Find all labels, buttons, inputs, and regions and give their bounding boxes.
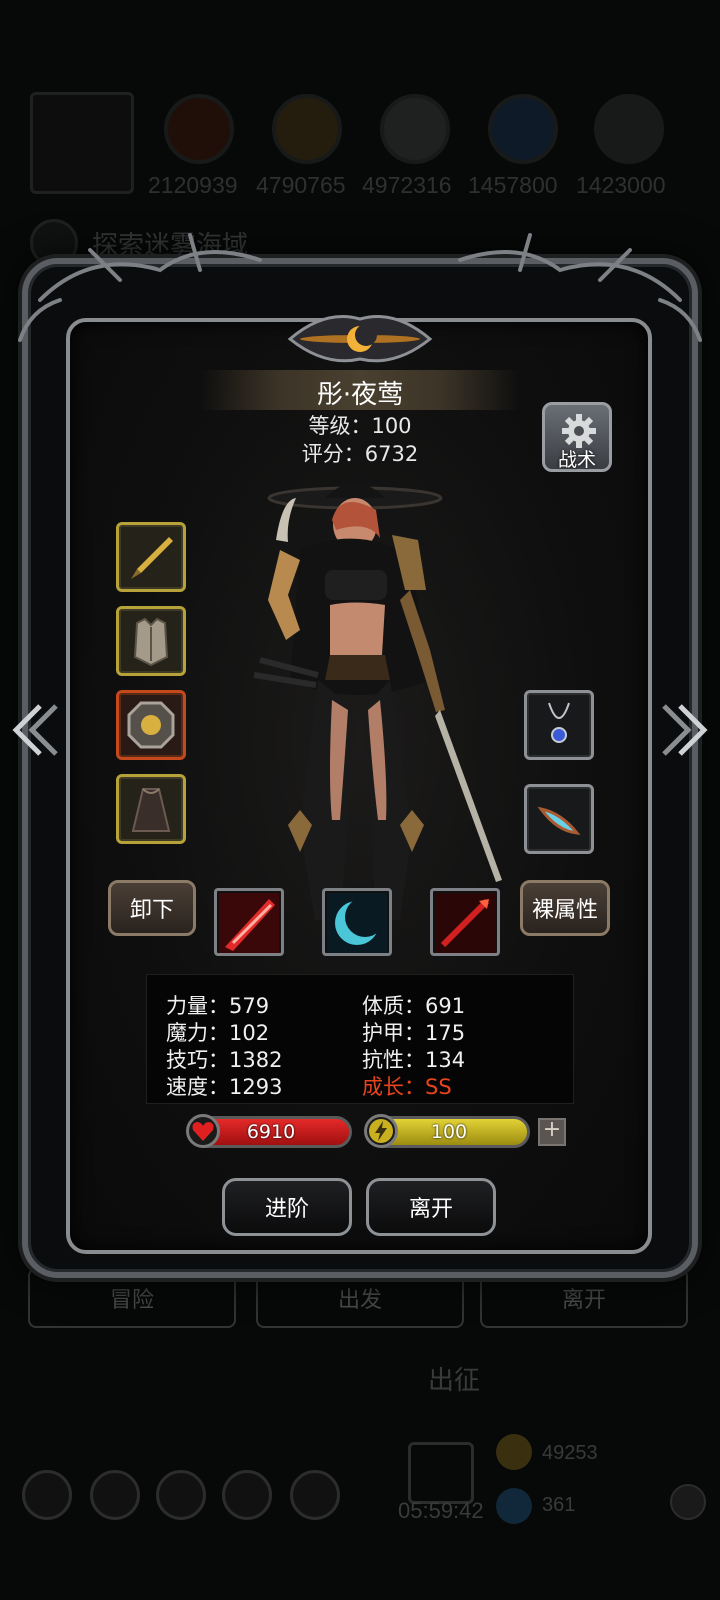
- tactic-label: 战术: [557, 449, 596, 471]
- stat-constitution: 体质：691: [362, 994, 466, 1018]
- prev-hero-arrow-icon[interactable]: [10, 700, 62, 760]
- menu-icon: [22, 1470, 72, 1520]
- stat-magic: 魔力：102: [166, 1021, 270, 1045]
- skill-slot-1[interactable]: [214, 888, 284, 956]
- lightning-icon: [364, 1114, 398, 1148]
- stat-armor: 护甲：175: [362, 1021, 466, 1045]
- blade-charm-icon: [537, 806, 581, 835]
- iron-icon: [380, 94, 450, 164]
- red-spear-skill-icon: [435, 893, 495, 953]
- resource-value: 2120939: [148, 172, 238, 198]
- octagon-shield-icon: [127, 701, 175, 749]
- tactic-button[interactable]: 战术: [542, 402, 612, 472]
- cloak-icon: [131, 788, 171, 832]
- next-hero-arrow-icon[interactable]: [658, 700, 710, 760]
- heart-icon: [186, 1114, 220, 1148]
- leave-button[interactable]: 离开: [366, 1178, 496, 1236]
- stat-resistance: 抗性：134: [362, 1048, 466, 1072]
- resource-row: 2120939 4790765 4972316 1457800 1423000: [28, 90, 692, 200]
- crescent-emblem-icon: [287, 315, 433, 363]
- wood-icon: [272, 94, 342, 164]
- hero-name: 彤·夜莺: [316, 380, 404, 410]
- stone-icon: [594, 94, 664, 164]
- crystal-icon: [488, 94, 558, 164]
- gold-coin-icon: [496, 1434, 532, 1470]
- chestplate-icon: [133, 617, 169, 667]
- armor-slot[interactable]: [116, 606, 186, 676]
- hero-level: 等级：100: [308, 414, 412, 438]
- shield-slot[interactable]: [116, 690, 186, 760]
- ore-icon: [164, 94, 234, 164]
- hero-score: 评分：6732: [301, 442, 419, 466]
- accessory-slot[interactable]: [524, 784, 594, 854]
- cloak-slot[interactable]: [116, 774, 186, 844]
- advance-button[interactable]: 进阶: [222, 1178, 352, 1236]
- resource-value: 4972316: [362, 172, 452, 198]
- stat-speed: 速度：1293: [166, 1075, 283, 1099]
- base-attributes-button[interactable]: 裸属性: [520, 880, 610, 936]
- leader-portrait: [30, 92, 134, 194]
- stat-growth: 成长：SS: [362, 1075, 452, 1099]
- add-energy-button[interactable]: +: [538, 1118, 566, 1146]
- menu-icon: [222, 1470, 272, 1520]
- resource-value: 4790765: [256, 172, 346, 198]
- resource-value: 1457800: [468, 172, 558, 198]
- skill-slot-3[interactable]: [430, 888, 500, 956]
- red-slash-skill-icon: [219, 893, 279, 953]
- menu-icon: [290, 1470, 340, 1520]
- unequip-button[interactable]: 卸下: [108, 880, 196, 936]
- timer: 05:59:42: [398, 1498, 484, 1523]
- expedition-label: 出征: [428, 1366, 481, 1396]
- menu-icon: [156, 1470, 206, 1520]
- resource-value: 1423000: [576, 172, 666, 198]
- necklace-icon: [548, 702, 570, 743]
- necklace-slot[interactable]: [524, 690, 594, 760]
- quest-title: 探索迷雾海域: [92, 230, 249, 261]
- gold-amount: 49253: [542, 1442, 598, 1464]
- skill-slot-2[interactable]: [322, 888, 392, 956]
- add-icon: [670, 1484, 706, 1520]
- stat-strength: 力量：579: [166, 994, 270, 1018]
- gem-amount: 361: [542, 1494, 576, 1516]
- cyan-crescent-skill-icon: [327, 893, 387, 953]
- gift-icon: [408, 1442, 474, 1504]
- weapon-slot[interactable]: [116, 522, 186, 592]
- dagger-icon: [131, 537, 173, 579]
- menu-icon: [90, 1470, 140, 1520]
- gem-icon: [496, 1488, 532, 1524]
- stat-skill: 技巧：1382: [166, 1048, 283, 1072]
